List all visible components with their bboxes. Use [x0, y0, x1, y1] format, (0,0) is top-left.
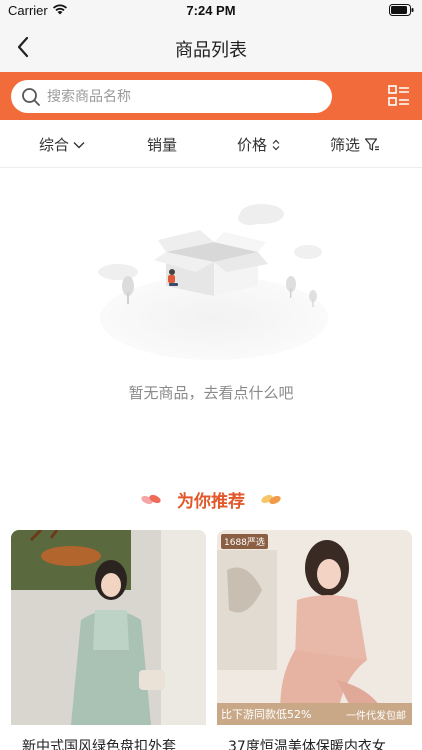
filter-comprehensive-label: 综合	[39, 136, 70, 154]
recommend-title: 为你推荐	[177, 491, 245, 512]
product-image[interactable]	[217, 530, 412, 725]
empty-state-message: 暂无商品，去看点什么吧	[128, 384, 294, 402]
filter-bar: 综合 销量 价格 筛选	[0, 120, 422, 168]
search-bar-area	[0, 72, 422, 120]
filter-screen[interactable]: 筛选	[330, 134, 380, 155]
product-card[interactable]: 1688严选 比下游同款低52% 一件代发包邮 37度恒温美体保暖内衣女	[217, 530, 412, 750]
filter-comprehensive[interactable]: 综合	[39, 134, 85, 155]
search-icon	[22, 88, 40, 106]
product-badge: 1688严选	[221, 534, 268, 549]
navigation-bar: 商品列表	[0, 22, 422, 72]
page-title: 商品列表	[175, 40, 247, 61]
leaf-decoration-icon	[261, 494, 281, 505]
battery-icon	[389, 4, 414, 16]
promo-strip: 比下游同款低52% 一件代发包邮	[217, 703, 412, 725]
status-time: 7:24 PM	[186, 3, 236, 18]
filter-screen-label: 筛选	[330, 136, 361, 154]
promo-price-text: 比下游同款低52%	[221, 708, 312, 721]
product-image[interactable]	[11, 530, 206, 725]
recommend-header: 为你推荐	[0, 486, 422, 512]
product-card[interactable]: 新中式国风绿色盘扣外套	[11, 530, 206, 750]
status-bar: Carrier 7:24 PM	[0, 0, 422, 22]
product-name[interactable]: 新中式国风绿色盘扣外套	[22, 736, 202, 750]
product-name[interactable]: 37度恒温美体保暖内衣女	[228, 736, 408, 750]
filter-price-label: 价格	[237, 136, 268, 154]
sort-arrows-icon	[272, 139, 280, 150]
list-layout-icon[interactable]	[388, 85, 410, 107]
search-box[interactable]	[11, 80, 332, 113]
filter-funnel-icon	[364, 137, 380, 151]
promo-shipping-text: 一件代发包邮	[346, 711, 406, 722]
filter-sales[interactable]: 销量	[147, 134, 177, 155]
leaf-decoration-icon	[141, 494, 161, 505]
search-input[interactable]	[47, 87, 317, 107]
filter-price[interactable]: 价格	[237, 134, 281, 155]
chevron-down-icon	[73, 141, 85, 148]
empty-box-illustration	[98, 204, 328, 360]
filter-sales-label: 销量	[147, 136, 178, 154]
